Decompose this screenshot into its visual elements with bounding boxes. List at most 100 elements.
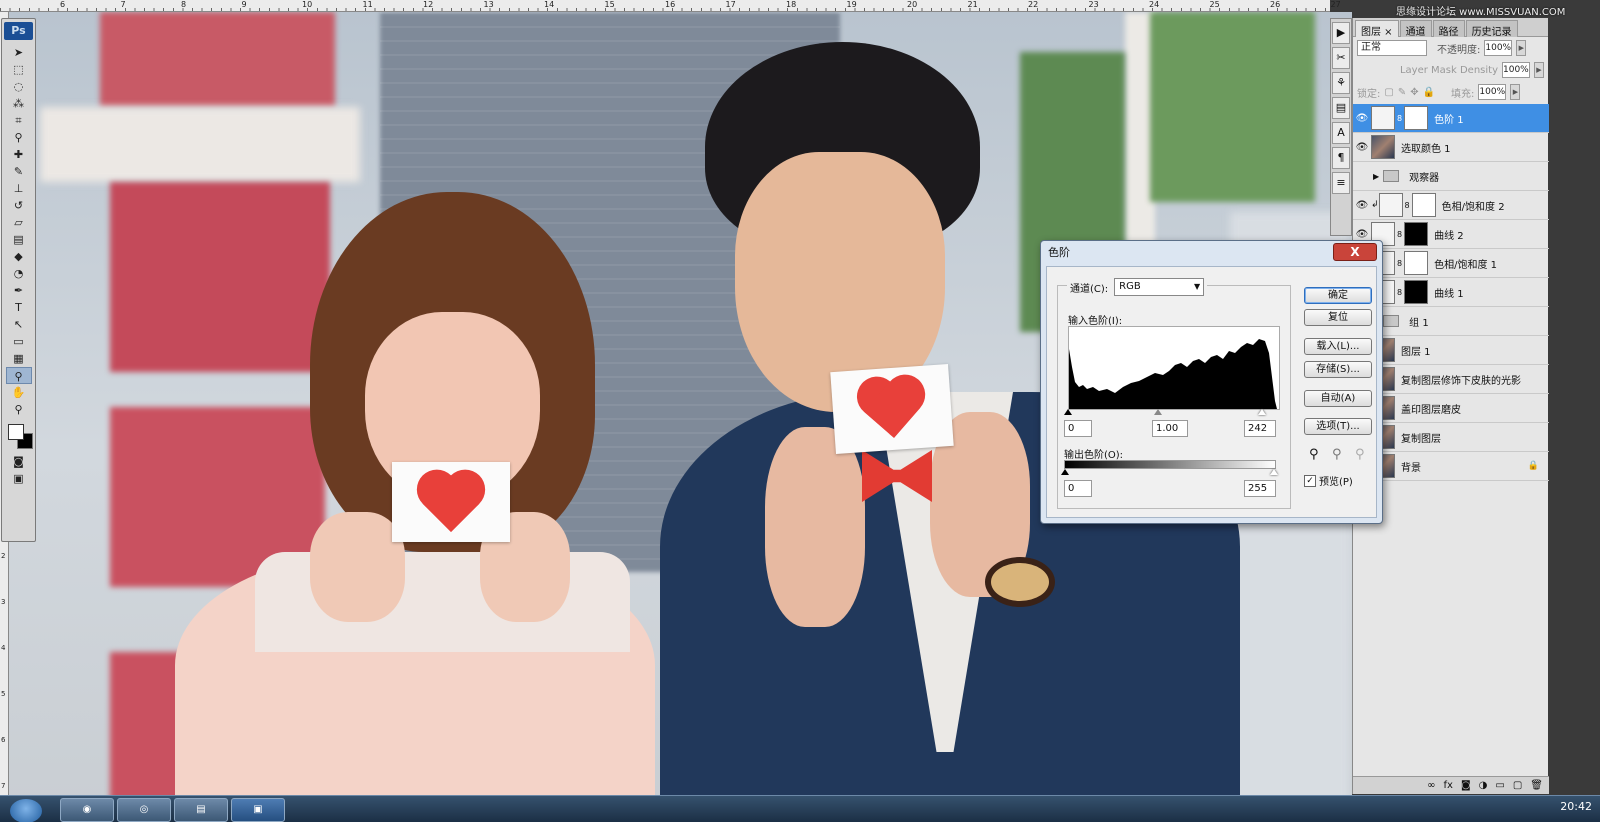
input-white-field[interactable]: 242 [1244,420,1276,437]
layer-mask-thumbnail[interactable] [1404,251,1429,275]
taskbar-app-photoshop[interactable]: ▣ [231,798,285,822]
mask-density-input[interactable]: 100% [1502,62,1530,78]
path-selection-tool-icon[interactable]: ↖ [6,316,32,333]
paragraph-icon[interactable]: ¶ [1332,147,1350,169]
layer-mask-thumbnail[interactable] [1411,193,1436,217]
foreground-color-swatch[interactable] [7,424,24,440]
chain-link-icon[interactable]: 8 [1405,201,1410,210]
footer-icon-3[interactable]: ◑ [1479,777,1488,794]
mask-density-arrow-icon[interactable]: ▶ [1534,62,1544,78]
fill-arrow-icon[interactable]: ▶ [1510,84,1521,100]
taskbar-app-explorer[interactable]: ▤ [174,798,228,822]
lock-icons[interactable]: ▢✎✥🔒 [1384,87,1439,98]
clone-source-icon[interactable]: ⚘ [1332,72,1350,94]
save-button[interactable]: 存储(S)... [1304,361,1372,378]
tab-1[interactable]: 通道 [1399,20,1432,38]
type-tool-icon[interactable]: T [6,299,32,316]
lasso-tool-icon[interactable]: ◌ [6,78,32,95]
gradient-tool-icon[interactable]: ▤ [6,231,32,248]
eye-icon[interactable]: 👁 [1353,200,1371,211]
input-black-slider[interactable] [1064,409,1072,415]
fill-input[interactable]: 100% [1478,84,1507,100]
shape-tool-icon[interactable]: ▭ [6,333,32,350]
input-black-field[interactable]: 0 [1064,420,1092,437]
brush-tool-icon[interactable]: ✎ [6,163,32,180]
output-white-field[interactable]: 255 [1244,480,1276,497]
clone-stamp-tool-icon[interactable]: ⊥ [6,180,32,197]
eye-icon[interactable]: 👁 [1353,142,1371,153]
color-swatches[interactable] [5,424,33,450]
layer-row[interactable]: 👁 选取颜色 1 [1353,133,1549,162]
load-button[interactable]: 载入(L)... [1304,338,1372,355]
layer-mask-thumbnail[interactable] [1404,106,1429,130]
ok-button[interactable]: 确定 [1304,287,1372,304]
pen-tool-icon[interactable]: ✒ [6,282,32,299]
white-point-eyedropper-icon[interactable]: ⚲ [1355,447,1365,462]
play-icon[interactable]: ▶ [1332,22,1350,44]
crop-tool-icon[interactable]: ⌗ [6,112,32,129]
layer-mask-thumbnail[interactable] [1404,280,1429,304]
magic-wand-tool-icon[interactable]: ⁂ [6,95,32,112]
preview-checkbox-row[interactable]: ✓ 预览(P) [1304,473,1353,488]
channel-select[interactable]: RGB [1114,278,1205,296]
quick-mask-icon[interactable]: ◙ [6,453,32,470]
marquee-tool-icon[interactable]: ⬚ [6,61,32,78]
ruler-horizontal[interactable]: 6 7 8 9 10 11 12 13 14 15 16 17 18 19 20 21 22 23 24 25 26 27 [0,0,1341,12]
opacity-input[interactable]: 100% [1484,40,1513,56]
close-button[interactable]: X [1333,243,1377,261]
tools-icon[interactable]: ✂ [1332,47,1350,69]
dodge-tool-icon[interactable]: ◔ [6,265,32,282]
footer-icon-0[interactable]: ∞ [1427,777,1435,794]
eyedropper-active-tool-icon[interactable]: ⚲ [5,367,32,384]
layer-row[interactable]: 👁 8 色阶 1 [1353,104,1549,133]
eye-icon[interactable]: 👁 [1353,229,1371,240]
chain-link-icon[interactable]: 8 [1397,230,1402,239]
eraser-tool-icon[interactable]: ▱ [6,214,32,231]
black-point-eyedropper-icon[interactable]: ⚲ [1309,447,1319,462]
blur-tool-icon[interactable]: ◆ [6,248,32,265]
tab-0[interactable]: 图层 × [1355,20,1399,38]
start-button[interactable] [10,799,42,822]
layer-row[interactable]: ▶ 观察器 [1353,162,1549,191]
footer-icon-6[interactable]: 🗑 [1530,777,1543,794]
footer-icon-1[interactable]: fx [1444,777,1453,794]
notes-tool-icon[interactable]: ▦ [6,350,32,367]
blend-mode-select[interactable]: 正常 [1357,40,1427,56]
footer-icon-4[interactable]: ▭ [1495,777,1504,794]
dialog-title[interactable]: 色阶 [1041,241,1382,265]
history-brush-tool-icon[interactable]: ↺ [6,197,32,214]
auto-button[interactable]: 自动(A) [1304,390,1372,407]
footer-icon-5[interactable]: ▢ [1513,777,1522,794]
expand-arrow-icon[interactable]: ▶ [1373,172,1379,181]
zoom-tool-icon[interactable]: ⚲ [6,401,32,418]
taskbar-app-ie[interactable]: ◉ [60,798,114,822]
move-tool-icon[interactable]: ➤ [6,44,32,61]
options-button[interactable]: 选项(T)... [1304,418,1372,435]
layer-thumbnail[interactable] [1371,106,1395,130]
chain-link-icon[interactable]: 8 [1397,288,1402,297]
eyedropper-tool-icon[interactable]: ⚲ [6,129,32,146]
input-gamma-field[interactable]: 1.00 [1152,420,1188,437]
layer-thumbnail[interactable] [1378,193,1403,217]
healing-brush-tool-icon[interactable]: ✚ [6,146,32,163]
layer-mask-thumbnail[interactable] [1404,222,1429,246]
screen-mode-icon[interactable]: ▣ [6,470,32,487]
history-icon[interactable]: ▤ [1332,97,1350,119]
character-icon[interactable]: A [1332,122,1350,144]
tab-2[interactable]: 路径 [1432,20,1465,38]
output-black-slider[interactable] [1061,469,1069,475]
layer-row[interactable]: 👁 ↲ 8 色相/饱和度 2 [1353,191,1549,220]
opacity-arrow-icon[interactable]: ▶ [1516,40,1527,56]
preview-checkbox[interactable]: ✓ [1304,474,1316,487]
chain-link-icon[interactable]: 8 [1397,114,1402,123]
eye-icon[interactable]: 👁 [1353,113,1371,124]
output-white-slider[interactable] [1270,469,1278,475]
layer-thumbnail[interactable] [1371,135,1395,159]
footer-icon-2[interactable]: ◙ [1461,777,1471,794]
taskbar-app-media[interactable]: ◎ [117,798,171,822]
hand-tool-icon[interactable]: ✋ [6,384,32,401]
output-black-field[interactable]: 0 [1064,480,1092,497]
tab-3[interactable]: 历史记录 [1465,20,1518,38]
input-white-slider[interactable] [1258,409,1266,415]
chain-link-icon[interactable]: 8 [1397,259,1402,268]
